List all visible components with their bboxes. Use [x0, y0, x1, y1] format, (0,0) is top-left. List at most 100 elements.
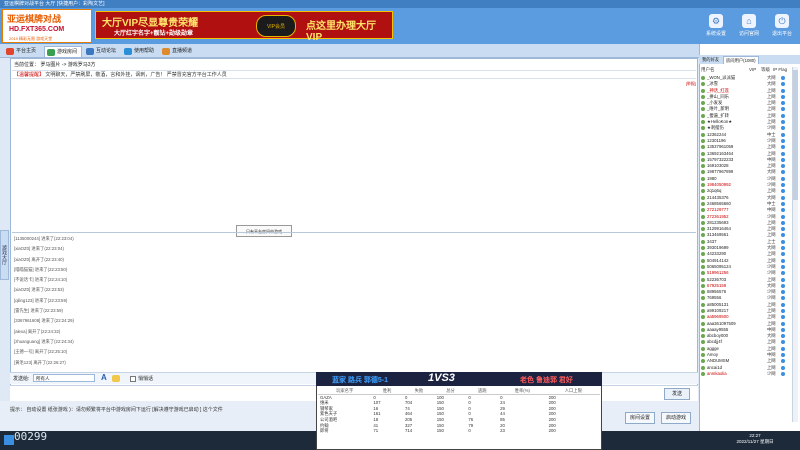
user-avatar-icon: [701, 315, 705, 320]
ip-flag-icon: [781, 170, 785, 175]
user-avatar-icon: [701, 365, 705, 370]
emoticon-icon[interactable]: [112, 375, 120, 382]
user-avatar-icon: [701, 88, 705, 93]
chat-line: [xiaOZ0] 进来了(22:23:04): [14, 246, 64, 252]
ip-flag-icon: [781, 164, 785, 169]
visit-website-label: 访问官网: [738, 31, 759, 37]
chat-log: [1135000244] 进来了(22:23:04) [xiaOZ0] 进来了(…: [14, 234, 414, 368]
user-avatar-icon: [701, 359, 705, 364]
ip-flag-icon: [781, 195, 785, 200]
font-format-icon[interactable]: A: [101, 373, 107, 382]
send-target-select[interactable]: 所有人: [33, 374, 95, 382]
user-avatar-icon: [701, 371, 705, 376]
score-cell: 即将: [320, 428, 329, 434]
tab-game-rooms[interactable]: 游戏房间: [44, 46, 83, 57]
ip-flag-icon: [781, 220, 785, 225]
user-avatar-icon: [701, 195, 705, 200]
notice-bar: 【温馨提醒】 文明聊天，严禁刷屏，敬酒，言和外挂，讽刺，广告！ 严禁冒充官方平台…: [12, 70, 696, 79]
tab-live[interactable]: 直播频道: [160, 46, 196, 57]
ip-flag-icon: [781, 334, 785, 339]
score-cell: 200: [548, 428, 556, 434]
ip-flag-icon: [781, 302, 785, 307]
user-avatar-icon: [701, 220, 705, 225]
user-avatar-icon: [701, 233, 705, 238]
tab-friends[interactable]: 我的好友: [700, 56, 721, 64]
room-settings-button[interactable]: 房间设置: [625, 412, 655, 424]
tab-label: 使用帮助: [134, 48, 155, 54]
scrollbar-thumb[interactable]: [793, 70, 798, 200]
user-avatar-icon: [701, 120, 705, 125]
notice-text: 文明聊天，严禁刷屏，敬酒，言和外挂，讽刺，广告！ 严禁冒充官方平台工作人员: [45, 72, 227, 78]
ip-flag-icon: [781, 321, 785, 326]
breadcrumb: 当前位置： 罗马图片 -> 游戏罗马3方: [14, 62, 96, 68]
taskbar-clock: 22:27 2022/11/27 星期日: [730, 433, 780, 445]
user-avatar-icon: [701, 157, 705, 162]
start-menu-icon[interactable]: [4, 435, 14, 445]
user-avatar-icon: [701, 239, 705, 244]
report-link[interactable]: [举报]: [686, 81, 696, 87]
chat-line: [雷先生] 进来了(22:23:59): [14, 308, 63, 314]
ip-flag-icon: [781, 94, 785, 99]
exit-icon: ⏻: [775, 14, 789, 28]
col-vip: VIP: [749, 67, 757, 72]
ip-flag-icon: [781, 151, 785, 156]
ip-flag-icon: [781, 88, 785, 93]
ip-flag-icon: [781, 271, 785, 276]
user-avatar-icon: [701, 258, 705, 263]
user-avatar-icon: [701, 94, 705, 99]
tab-help[interactable]: 使用帮助: [122, 46, 158, 57]
ip-flag-icon: [781, 233, 785, 238]
stream-counter: 00299: [14, 430, 48, 443]
chat-line: [xiaOZ0] 进来了(22:23:53): [14, 287, 64, 293]
private-checkbox[interactable]: [130, 376, 136, 382]
system-settings-button[interactable]: ⚙ 系统设置: [702, 14, 730, 37]
private-label: 悄悄话: [138, 376, 154, 382]
nav-bar: 平台主页 游戏房间 互动论坛 使用帮助 直播频道: [0, 44, 800, 58]
ip-flag-icon: [781, 176, 785, 181]
send-button[interactable]: 发送: [664, 388, 690, 400]
chat-line: [不说话卡] 进来了(22:24:10): [14, 277, 68, 283]
ip-flag-icon: [781, 214, 785, 219]
rooms-icon: [47, 49, 55, 56]
help-icon: [124, 48, 132, 55]
tab-platform-home[interactable]: 平台主页: [4, 46, 40, 57]
start-game-button[interactable]: 启动游戏: [661, 412, 691, 424]
vip-badge-icon: VIP会员: [256, 15, 296, 37]
user-avatar-icon: [701, 170, 705, 175]
vip-banner[interactable]: 大厅VIP尽显尊贵荣耀 大厅红字名字+靓钻+勋级勋章 VIP会员 点这里办理大厅…: [95, 11, 393, 43]
score-table: 玩家名字 胜利 失败 总分 逃跑 胜率(%) 人口上限 GAZA 0 0 100 0 0 2…: [318, 388, 600, 434]
splitter[interactable]: [12, 232, 696, 233]
user-avatar-icon: [701, 176, 705, 181]
user-avatar-icon: [701, 113, 705, 118]
score-cell: 0: [468, 428, 471, 434]
chat-line: [黄毛123] 离开了(22:26:27): [14, 359, 66, 365]
system-settings-label: 系统设置: [705, 31, 726, 37]
user-avatar-icon: [701, 138, 705, 143]
ip-flag-icon: [781, 277, 785, 282]
ip-flag-icon: [781, 138, 785, 143]
ip-flag-icon: [781, 227, 785, 232]
exit-platform-button[interactable]: ⏻ 退出平台: [768, 14, 796, 37]
user-avatar-icon: [701, 277, 705, 282]
user-avatar-icon: [701, 214, 705, 219]
user-list: _WON_派派猫 大网 _冰雪 大网 _神话_红莲 上网 _拼山_同乐 上网 _小发发 上网 _唯叶…: [701, 75, 791, 377]
tab-room-users[interactable]: 房间用户(1080): [723, 56, 759, 64]
ip-flag-icon: [781, 290, 785, 295]
ip-flag-icon: [781, 82, 785, 87]
user-avatar-icon: [701, 296, 705, 301]
user-row[interactable]: anmkaolia 少网: [701, 371, 791, 377]
user-avatar-icon: [701, 340, 705, 345]
banner-cta[interactable]: 点这里办理大厅VIP: [306, 17, 392, 43]
logo[interactable]: 亚运棋牌对战 HD.FXT365.COM 2019 精彩无限 游戏天堂: [2, 9, 92, 43]
col-flag: IP Flag: [773, 67, 788, 72]
ip-flag-icon: [781, 145, 785, 150]
clock-date: 2022/11/27 星期日: [736, 439, 774, 444]
visit-website-button[interactable]: ⌂ 访问官网: [735, 14, 763, 37]
user-avatar-icon: [701, 145, 705, 150]
ip-flag-icon: [781, 365, 785, 370]
tab-forum[interactable]: 互动论坛: [84, 46, 120, 57]
ip-flag-icon: [781, 132, 785, 137]
user-avatar-icon: [701, 252, 705, 257]
side-tab-lobby[interactable]: 游戏大厅: [0, 230, 9, 280]
user-avatar-icon: [701, 208, 705, 213]
